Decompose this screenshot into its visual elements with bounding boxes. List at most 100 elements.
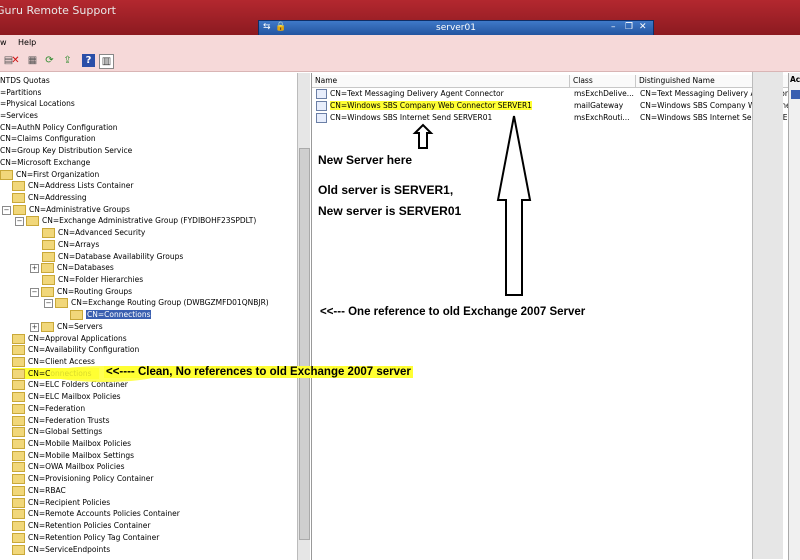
folder-icon (12, 498, 25, 508)
collapse-icon[interactable]: − (44, 298, 53, 308)
minimize-icon[interactable]: – (611, 22, 616, 32)
tree-item[interactable]: CN=Provisioning Policy Container (12, 473, 153, 484)
tree-item[interactable]: − CN=Administrative Groups (2, 204, 130, 215)
tree-item[interactable]: − CN=Exchange Routing Group (DWBGZMFD01QN… (44, 297, 269, 308)
tree-item[interactable]: CN=Addressing (12, 192, 87, 203)
tree-item[interactable]: + CN=Databases (30, 262, 114, 273)
tree-item[interactable]: CN=Federation (12, 403, 85, 414)
tree-item[interactable]: =Services (0, 110, 38, 121)
help-icon[interactable]: ? (82, 54, 95, 67)
tree-item[interactable]: CN=Recipient Policies (12, 497, 110, 508)
annotation-new-server-name: New server is SERVER01 (318, 204, 462, 218)
tree-item[interactable]: − CN=Exchange Administrative Group (FYDIB… (15, 215, 256, 226)
tree-item[interactable]: =Physical Locations (0, 98, 75, 109)
tree-item[interactable]: CN=Approval Applications (12, 333, 127, 344)
tree-item[interactable]: CN=Claims Configuration (0, 133, 96, 144)
collapse-icon[interactable]: − (15, 216, 24, 226)
folder-icon (12, 439, 25, 449)
tree-pane: NTDS Quotas =Partitions =Physical Locati… (0, 73, 296, 560)
tree-item[interactable]: CN=Advanced Security (42, 227, 145, 238)
tree-item[interactable]: CN=Arrays (42, 239, 99, 250)
expand-icon[interactable]: + (30, 263, 39, 273)
view-icon[interactable]: ▥ (99, 54, 114, 69)
tree-item[interactable]: CN=Availability Configuration (12, 344, 139, 355)
folder-icon (12, 486, 25, 496)
tree-item[interactable]: CN=OWA Mailbox Policies (12, 461, 124, 472)
tree-item[interactable]: CN=Global Settings (12, 426, 102, 437)
list-item-name[interactable]: CN=Windows SBS Internet Send SERVER01 (316, 112, 566, 123)
refresh-icon[interactable]: ⟳ (43, 54, 56, 67)
tree-item[interactable]: CN=Group Key Distribution Service (0, 145, 132, 156)
tree-scrollbar[interactable] (297, 73, 310, 560)
connector-icon (316, 101, 327, 111)
tree-item[interactable]: CN=ELC Mailbox Policies (12, 391, 121, 402)
folder-icon (41, 287, 54, 297)
folder-icon (42, 228, 55, 238)
list-scrollbar[interactable] (752, 72, 783, 559)
rdp-title: server01 (436, 23, 476, 33)
folder-icon (12, 369, 25, 379)
tree-item[interactable]: CN=ServiceEndpoints (12, 544, 110, 555)
annotation-one-reference: <<--- One reference to old Exchange 2007… (320, 306, 586, 318)
folder-icon (55, 298, 68, 308)
tree-item[interactable]: CN=Client Access (12, 356, 95, 367)
column-header-name[interactable]: Name (312, 75, 570, 88)
tree-item-selected[interactable]: CN=Connections (70, 309, 152, 320)
tree-item[interactable]: − CN=Routing Groups (30, 286, 132, 297)
folder-icon (12, 380, 25, 390)
folder-icon (12, 416, 25, 426)
tree-item-connections[interactable]: CN=Connections (12, 368, 100, 379)
folder-icon (12, 334, 25, 344)
column-header-class[interactable]: Class (570, 75, 636, 88)
tree-item[interactable]: CN=Retention Policies Container (12, 520, 150, 531)
tree-item[interactable]: CN=AuthN Policy Configuration (0, 122, 118, 133)
annotation-new-server: New Server here (318, 153, 413, 167)
action-icon[interactable] (791, 90, 800, 99)
tree-item[interactable]: CN=Microsoft Exchange (0, 157, 90, 168)
tree-item[interactable]: CN=ELC Folders Container (12, 379, 128, 390)
delete-icon[interactable]: ✕ (9, 54, 22, 67)
tree-item[interactable]: CN=First Organization (0, 169, 99, 180)
properties-icon[interactable]: ▦ (26, 54, 39, 67)
tree-item[interactable]: CN=Address Lists Container (12, 180, 133, 191)
tree-item[interactable]: + CN=Servers (30, 321, 103, 332)
restore-icon[interactable]: ❐ (625, 22, 633, 32)
folder-icon (41, 322, 54, 332)
folder-icon (12, 474, 25, 484)
folder-icon (12, 193, 25, 203)
actions-header: Ac (790, 75, 800, 84)
collapse-icon[interactable]: − (2, 205, 11, 215)
folder-icon (12, 181, 25, 191)
folder-icon (42, 252, 55, 262)
tree-item[interactable]: CN=Mobile Mailbox Policies (12, 438, 131, 449)
folder-icon (41, 263, 54, 273)
toolbar: ▤ ✕ ▦ ⟳ ⇪ ? ▥ (0, 51, 800, 72)
tree-item[interactable]: NTDS Quotas (0, 75, 50, 86)
export-icon[interactable]: ⇪ (61, 54, 74, 67)
tree-item[interactable]: CN=Database Availability Groups (42, 251, 183, 262)
tree-item[interactable]: CN=Folder Hierarchies (42, 274, 143, 285)
folder-icon (12, 404, 25, 414)
menu-view[interactable]: w (0, 38, 7, 47)
menu-help[interactable]: Help (18, 38, 36, 47)
tree-item[interactable]: CN=Retention Policy Tag Container (12, 532, 159, 543)
folder-icon (12, 521, 25, 531)
list-item-name[interactable]: CN=Windows SBS Company Web Connector SER… (316, 100, 566, 111)
list-item-name[interactable]: CN=Text Messaging Delivery Agent Connect… (316, 88, 566, 99)
collapse-icon[interactable]: − (30, 287, 39, 297)
tree-item[interactable]: CN=Remote Accounts Policies Container (12, 508, 180, 519)
folder-icon (12, 451, 25, 461)
folder-icon (12, 533, 25, 543)
expand-icon[interactable]: + (30, 322, 39, 332)
annotation-old-server: Old server is SERVER1, (318, 183, 454, 197)
list-item-class: mailGateway (574, 101, 624, 110)
folder-icon (12, 462, 25, 472)
scrollbar-thumb[interactable] (299, 148, 310, 540)
close-icon[interactable]: ✕ (639, 22, 647, 32)
tree-item[interactable]: CN=Mobile Mailbox Settings (12, 450, 134, 461)
folder-icon (12, 427, 25, 437)
tree-item[interactable]: =Partitions (0, 87, 41, 98)
tree-item[interactable]: CN=Federation Trusts (12, 415, 110, 426)
tree-item[interactable]: CN=RBAC (12, 485, 66, 496)
folder-icon (12, 392, 25, 402)
